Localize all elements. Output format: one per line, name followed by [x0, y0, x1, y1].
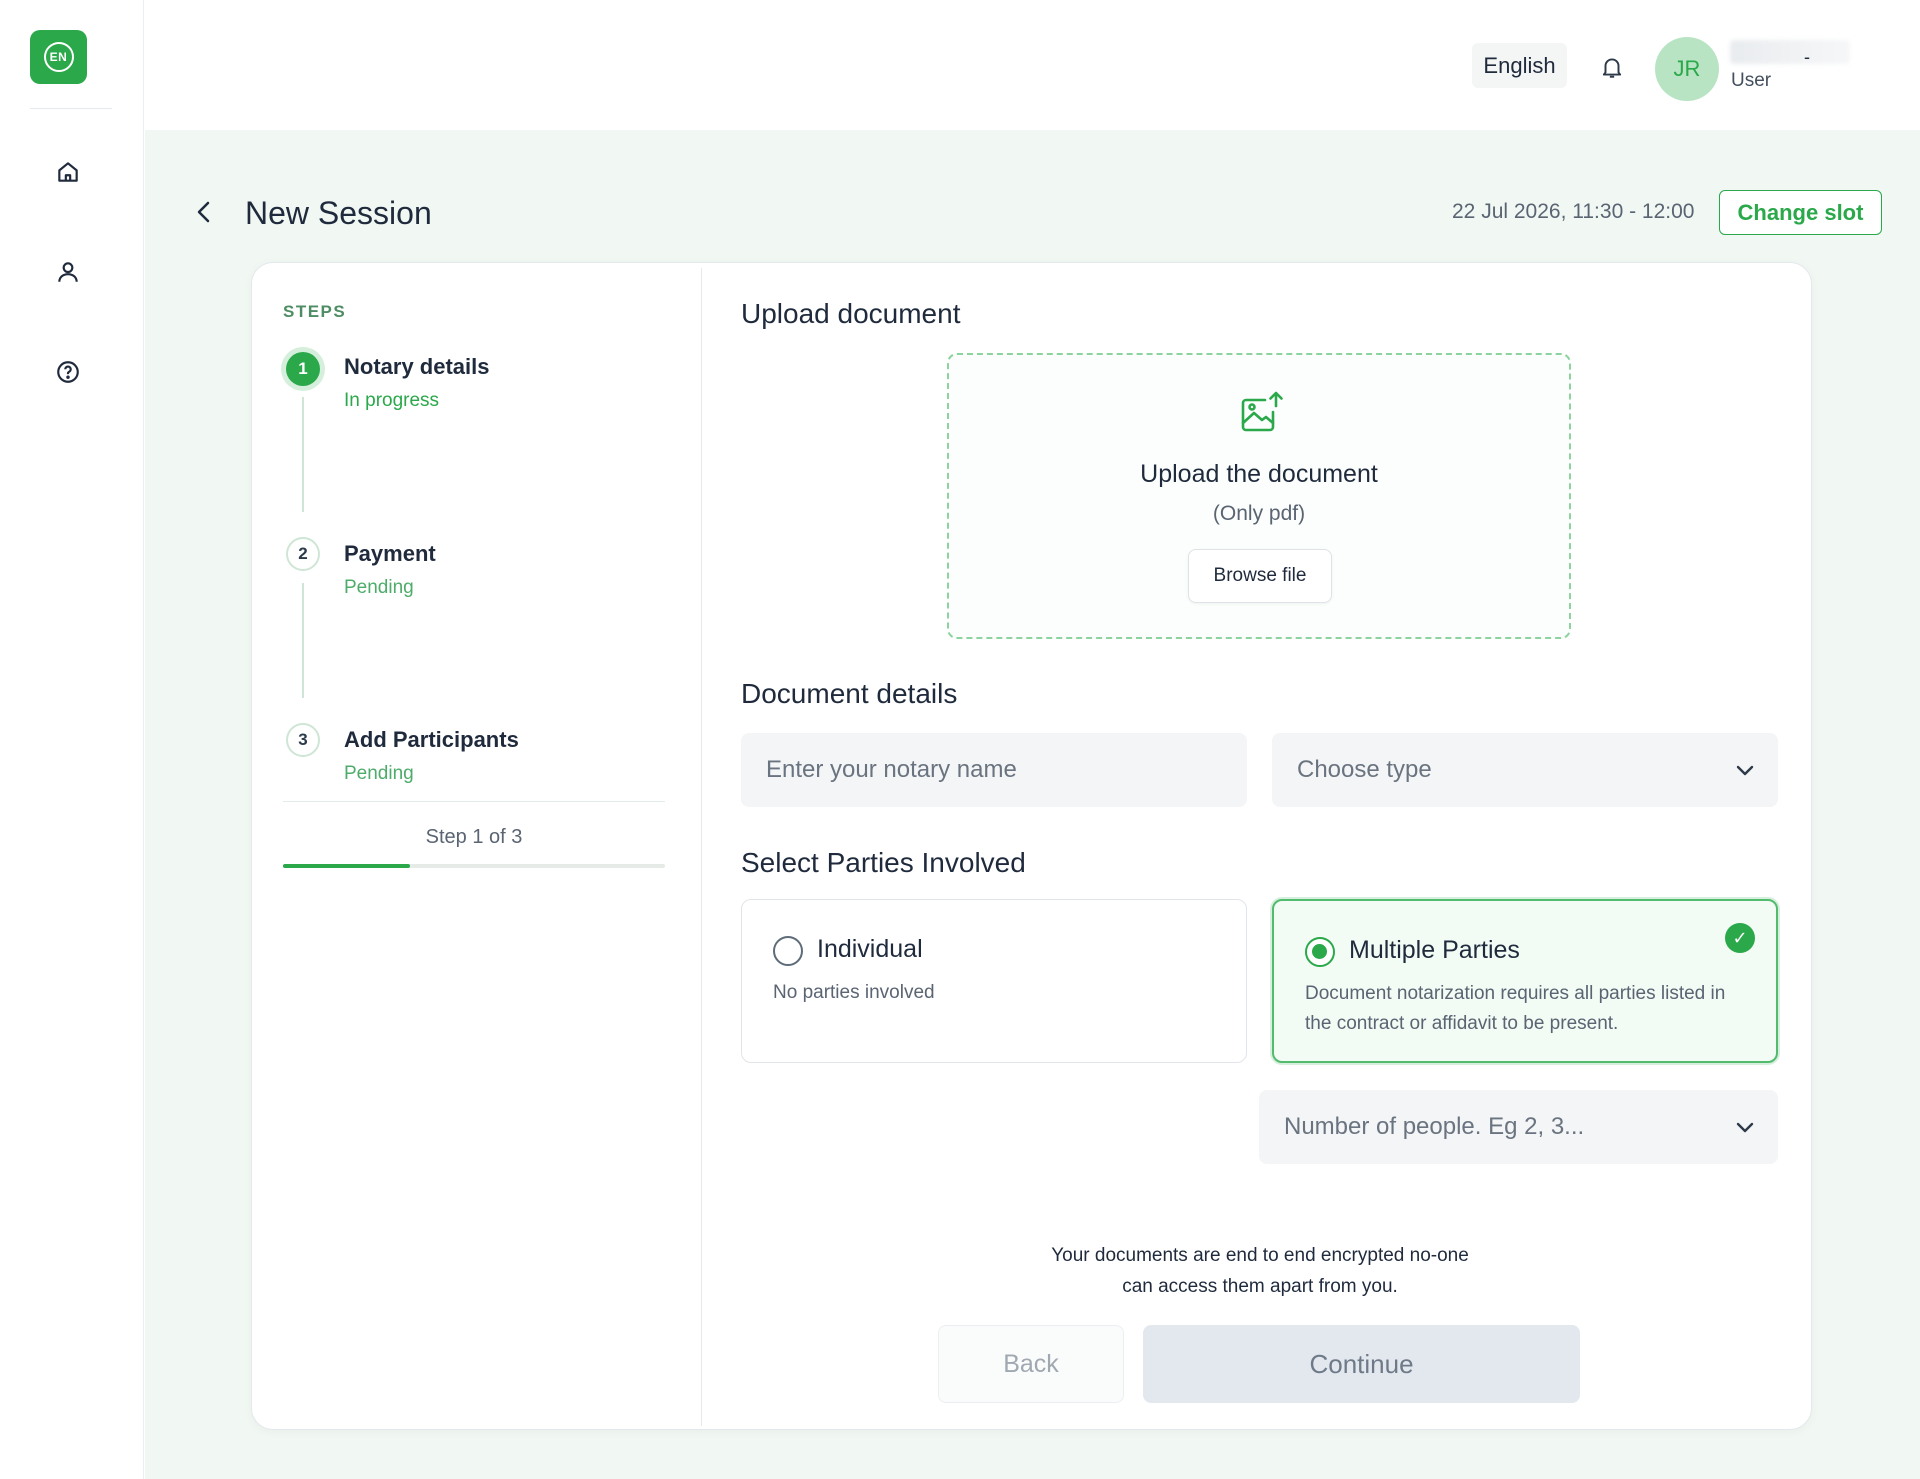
upload-title: Upload the document [1140, 460, 1378, 488]
continue-button[interactable]: Continue [1143, 1325, 1580, 1403]
upload-dropzone[interactable]: Upload the document (Only pdf) Browse fi… [947, 353, 1571, 639]
home-icon [58, 162, 78, 182]
bell-icon [1602, 58, 1622, 78]
app-logo[interactable]: EN [30, 30, 87, 84]
avatar[interactable]: JR [1655, 37, 1719, 101]
step-3-number: 3 [286, 723, 320, 757]
steps-divider [283, 801, 665, 802]
chevron-down-icon [1736, 765, 1754, 776]
change-slot-button[interactable]: Change slot [1719, 190, 1882, 235]
help-icon [57, 361, 79, 383]
page-title: New Session [245, 195, 432, 231]
encryption-note-line: Your documents are end to end encrypted … [1051, 1245, 1469, 1266]
document-type-placeholder: Choose type [1297, 756, 1432, 783]
sidebar-divider [30, 108, 112, 109]
language-selector[interactable]: English [1472, 43, 1567, 88]
parties-section-title: Select Parties Involved [741, 847, 1026, 878]
step-progress-fill [283, 864, 411, 868]
step-2-status: Pending [344, 577, 414, 598]
number-of-people-select[interactable]: Number of people. Eg 2, 3... [1259, 1090, 1778, 1164]
sidebar-item-home[interactable] [52, 156, 84, 188]
back-arrow-button[interactable] [190, 196, 218, 228]
party-option-title: Multiple Parties [1349, 936, 1520, 964]
step-connector [302, 397, 304, 512]
image-upload-icon [1241, 391, 1283, 432]
party-option-title: Individual [817, 935, 923, 963]
upload-section-title: Upload document [741, 298, 961, 329]
individual-radio[interactable] [773, 936, 803, 966]
step-counter: Step 1 of 3 [425, 826, 523, 848]
party-option-individual[interactable]: Individual No parties involved [741, 899, 1247, 1063]
party-option-multiple[interactable]: Multiple Parties Document notarization r… [1272, 899, 1778, 1063]
step-progress-bar [283, 864, 665, 868]
party-option-desc: No parties involved [773, 982, 935, 1003]
sidebar-item-profile[interactable] [52, 256, 84, 288]
multiple-parties-radio[interactable] [1305, 937, 1335, 967]
step-3-status: Pending [344, 763, 414, 784]
upload-subtitle: (Only pdf) [1212, 502, 1306, 525]
encryption-note-line: can access them apart from you. [1122, 1276, 1398, 1297]
step-1-status: In progress [344, 390, 440, 411]
check-icon: ✓ [1725, 923, 1755, 953]
step-2-title: Payment [344, 541, 436, 566]
chevron-left-icon [197, 201, 210, 223]
step-3-title: Add Participants [344, 727, 519, 752]
step-1-title: Notary details [344, 354, 490, 379]
slot-time: 22 Jul 2026, 11:30 - 12:00 [1452, 200, 1695, 223]
card-divider [701, 268, 702, 1426]
browse-file-button[interactable]: Browse file [1188, 549, 1332, 603]
encryption-note: Your documents are end to end encrypted … [1000, 1240, 1520, 1302]
user-name-separator: - [1804, 47, 1810, 67]
user-icon [58, 262, 78, 282]
number-of-people-placeholder: Number of people. Eg 2, 3... [1284, 1113, 1585, 1140]
sidebar-item-help[interactable] [52, 356, 84, 388]
step-1-number: 1 [286, 352, 320, 386]
notification-button[interactable] [1597, 52, 1627, 82]
logo-text: EN [43, 42, 74, 72]
sidebar: EN [0, 0, 144, 1479]
back-button[interactable]: Back [938, 1325, 1124, 1403]
steps-label: STEPS [283, 302, 347, 321]
top-header [145, 0, 1920, 130]
notary-name-input[interactable]: Enter your notary name [741, 733, 1247, 807]
document-type-select[interactable]: Choose type [1272, 733, 1778, 807]
step-2-number: 2 [286, 537, 320, 571]
user-name-redacted [1730, 40, 1850, 64]
step-connector [302, 583, 304, 698]
chevron-down-icon [1736, 1122, 1754, 1133]
details-section-title: Document details [741, 678, 958, 709]
user-role: User [1731, 70, 1772, 91]
party-option-desc: Document notarization requires all parti… [1305, 983, 1726, 1034]
